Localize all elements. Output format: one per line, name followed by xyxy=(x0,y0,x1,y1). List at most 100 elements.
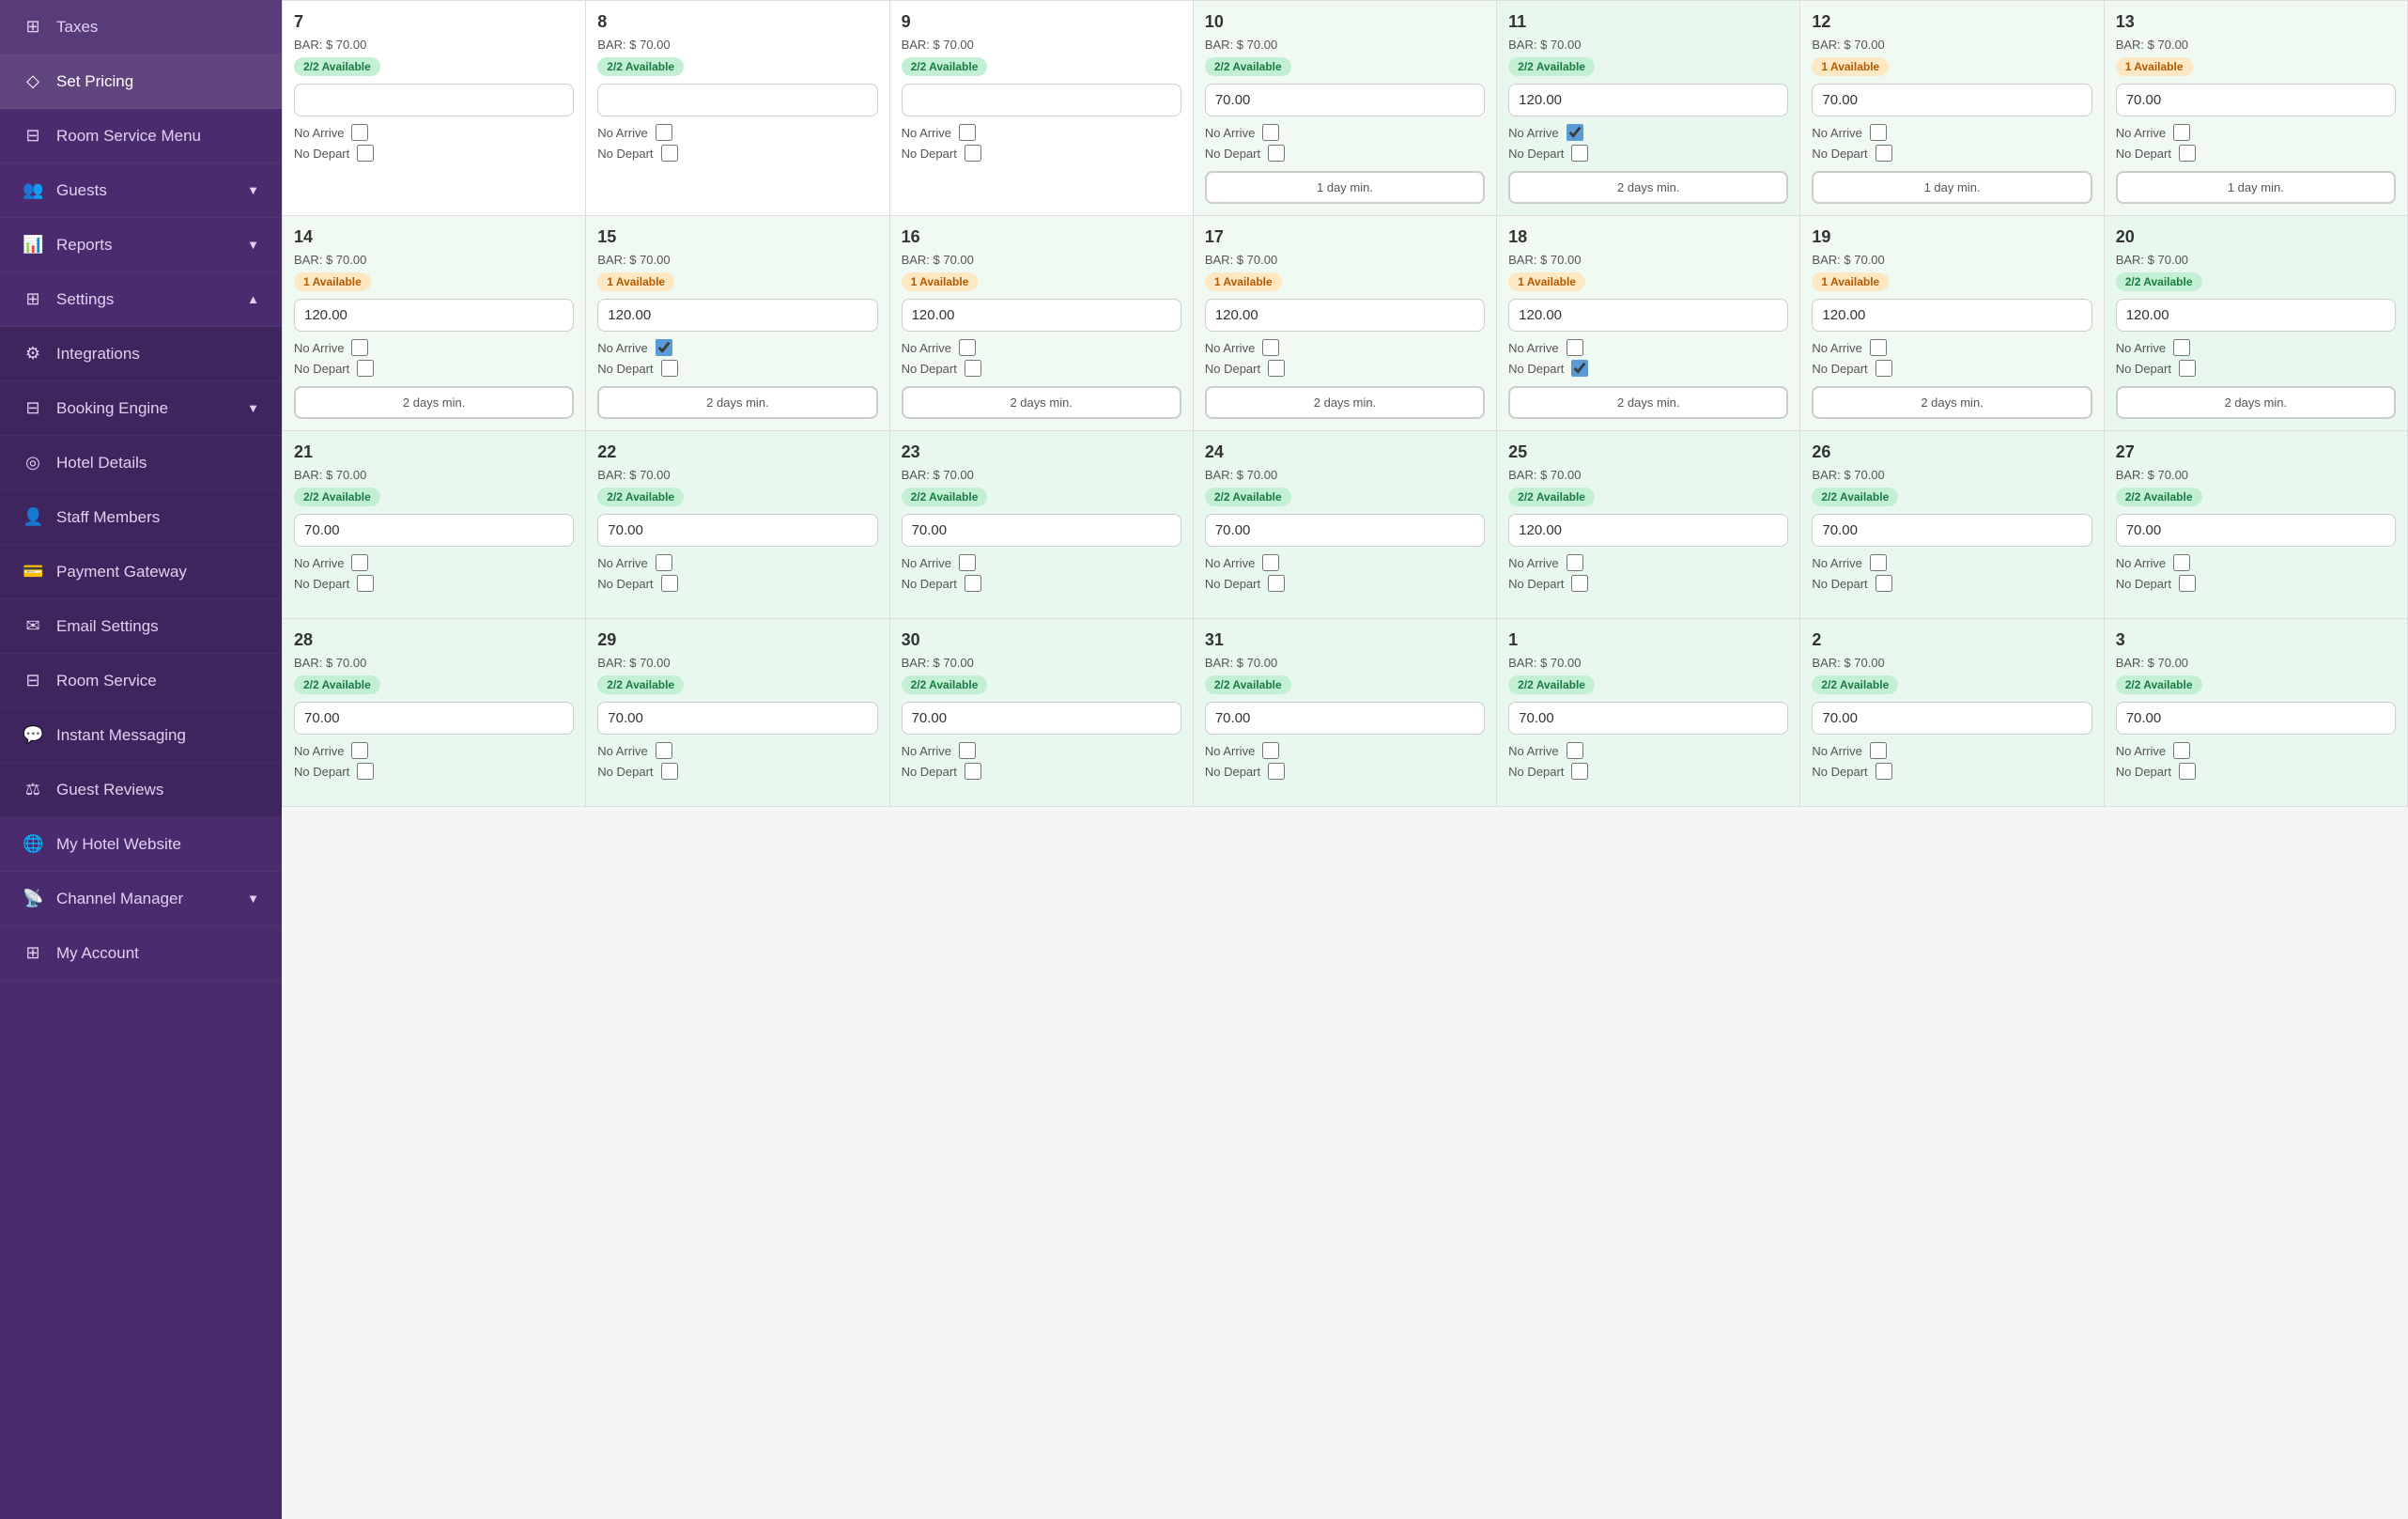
price-input[interactable] xyxy=(597,299,877,332)
no-arrive-checkbox[interactable] xyxy=(959,124,976,141)
no-arrive-checkbox[interactable] xyxy=(1870,554,1887,571)
no-arrive-checkbox[interactable] xyxy=(1262,554,1279,571)
no-arrive-checkbox[interactable] xyxy=(656,339,672,356)
price-input[interactable] xyxy=(902,702,1181,735)
sidebar-item-email-settings[interactable]: ✉Email Settings xyxy=(0,599,282,654)
no-arrive-checkbox[interactable] xyxy=(351,339,368,356)
price-input[interactable] xyxy=(1205,299,1485,332)
no-arrive-checkbox[interactable] xyxy=(1262,339,1279,356)
price-input[interactable] xyxy=(1508,299,1788,332)
no-depart-checkbox[interactable] xyxy=(357,145,374,162)
no-depart-checkbox[interactable] xyxy=(1571,575,1588,592)
min-days-button[interactable]: 2 days min. xyxy=(902,386,1181,419)
price-input[interactable] xyxy=(1812,702,2092,735)
no-arrive-checkbox[interactable] xyxy=(959,742,976,759)
price-input[interactable] xyxy=(1812,84,2092,116)
no-depart-checkbox[interactable] xyxy=(2179,575,2196,592)
min-days-button[interactable]: 2 days min. xyxy=(1812,386,2092,419)
no-arrive-checkbox[interactable] xyxy=(1870,124,1887,141)
no-depart-checkbox[interactable] xyxy=(965,763,981,780)
no-arrive-checkbox[interactable] xyxy=(656,124,672,141)
no-arrive-checkbox[interactable] xyxy=(1262,124,1279,141)
sidebar-item-instant-messaging[interactable]: 💬Instant Messaging xyxy=(0,708,282,763)
no-depart-checkbox[interactable] xyxy=(2179,145,2196,162)
sidebar-item-reports[interactable]: 📊Reports▼ xyxy=(0,218,282,272)
sidebar-item-hotel-details[interactable]: ◎Hotel Details xyxy=(0,436,282,490)
no-depart-checkbox[interactable] xyxy=(1875,575,1892,592)
no-arrive-checkbox[interactable] xyxy=(959,554,976,571)
price-input[interactable] xyxy=(902,514,1181,547)
min-days-button[interactable]: 1 day min. xyxy=(1205,171,1485,204)
no-depart-checkbox[interactable] xyxy=(965,145,981,162)
sidebar-item-booking-engine[interactable]: ⊟Booking Engine▼ xyxy=(0,381,282,436)
no-arrive-checkbox[interactable] xyxy=(1262,742,1279,759)
price-input[interactable] xyxy=(1508,702,1788,735)
price-input[interactable] xyxy=(294,84,574,116)
min-days-button[interactable]: 2 days min. xyxy=(597,386,877,419)
no-depart-checkbox[interactable] xyxy=(1268,575,1285,592)
price-input[interactable] xyxy=(902,84,1181,116)
price-input[interactable] xyxy=(294,514,574,547)
sidebar-item-taxes[interactable]: ⊞Taxes xyxy=(0,0,282,54)
price-input[interactable] xyxy=(2116,84,2396,116)
no-arrive-checkbox[interactable] xyxy=(656,554,672,571)
price-input[interactable] xyxy=(1812,299,2092,332)
no-arrive-checkbox[interactable] xyxy=(2173,339,2190,356)
no-arrive-checkbox[interactable] xyxy=(656,742,672,759)
no-depart-checkbox[interactable] xyxy=(1875,145,1892,162)
no-depart-checkbox[interactable] xyxy=(357,575,374,592)
price-input[interactable] xyxy=(1508,84,1788,116)
sidebar-item-room-service-menu[interactable]: ⊟Room Service Menu xyxy=(0,109,282,163)
no-arrive-checkbox[interactable] xyxy=(351,554,368,571)
no-arrive-checkbox[interactable] xyxy=(1870,742,1887,759)
no-arrive-checkbox[interactable] xyxy=(351,742,368,759)
price-input[interactable] xyxy=(1812,514,2092,547)
no-depart-checkbox[interactable] xyxy=(661,145,678,162)
min-days-button[interactable]: 2 days min. xyxy=(1508,171,1788,204)
price-input[interactable] xyxy=(294,299,574,332)
sidebar-item-guests[interactable]: 👥Guests▼ xyxy=(0,163,282,218)
no-depart-checkbox[interactable] xyxy=(357,360,374,377)
sidebar-item-integrations[interactable]: ⚙Integrations xyxy=(0,327,282,381)
price-input[interactable] xyxy=(597,702,877,735)
sidebar-item-channel-manager[interactable]: 📡Channel Manager▼ xyxy=(0,872,282,926)
price-input[interactable] xyxy=(2116,702,2396,735)
no-depart-checkbox[interactable] xyxy=(2179,763,2196,780)
price-input[interactable] xyxy=(1205,514,1485,547)
min-days-button[interactable]: 2 days min. xyxy=(1205,386,1485,419)
no-depart-checkbox[interactable] xyxy=(1571,145,1588,162)
no-arrive-checkbox[interactable] xyxy=(1567,554,1583,571)
sidebar-item-staff-members[interactable]: 👤Staff Members xyxy=(0,490,282,545)
no-depart-checkbox[interactable] xyxy=(1268,360,1285,377)
no-arrive-checkbox[interactable] xyxy=(1567,742,1583,759)
no-depart-checkbox[interactable] xyxy=(1268,145,1285,162)
sidebar-item-guest-reviews[interactable]: ⚖Guest Reviews xyxy=(0,763,282,817)
price-input[interactable] xyxy=(1205,84,1485,116)
price-input[interactable] xyxy=(2116,299,2396,332)
no-arrive-checkbox[interactable] xyxy=(2173,742,2190,759)
no-arrive-checkbox[interactable] xyxy=(1567,339,1583,356)
no-arrive-checkbox[interactable] xyxy=(351,124,368,141)
price-input[interactable] xyxy=(597,84,877,116)
no-depart-checkbox[interactable] xyxy=(1268,763,1285,780)
min-days-button[interactable]: 2 days min. xyxy=(294,386,574,419)
no-depart-checkbox[interactable] xyxy=(661,575,678,592)
sidebar-item-my-hotel-website[interactable]: 🌐My Hotel Website xyxy=(0,817,282,872)
no-arrive-checkbox[interactable] xyxy=(2173,124,2190,141)
sidebar-item-settings[interactable]: ⊞Settings▲ xyxy=(0,272,282,327)
no-depart-checkbox[interactable] xyxy=(661,360,678,377)
min-days-button[interactable]: 2 days min. xyxy=(1508,386,1788,419)
no-arrive-checkbox[interactable] xyxy=(1870,339,1887,356)
no-depart-checkbox[interactable] xyxy=(2179,360,2196,377)
no-arrive-checkbox[interactable] xyxy=(959,339,976,356)
no-depart-checkbox[interactable] xyxy=(1571,763,1588,780)
min-days-button[interactable]: 1 day min. xyxy=(2116,171,2396,204)
no-depart-checkbox[interactable] xyxy=(661,763,678,780)
price-input[interactable] xyxy=(1205,702,1485,735)
no-depart-checkbox[interactable] xyxy=(1571,360,1588,377)
min-days-button[interactable]: 2 days min. xyxy=(2116,386,2396,419)
sidebar-item-my-account[interactable]: ⊞My Account xyxy=(0,926,282,981)
no-depart-checkbox[interactable] xyxy=(965,575,981,592)
sidebar-item-payment-gateway[interactable]: 💳Payment Gateway xyxy=(0,545,282,599)
sidebar-item-room-service[interactable]: ⊟Room Service xyxy=(0,654,282,708)
